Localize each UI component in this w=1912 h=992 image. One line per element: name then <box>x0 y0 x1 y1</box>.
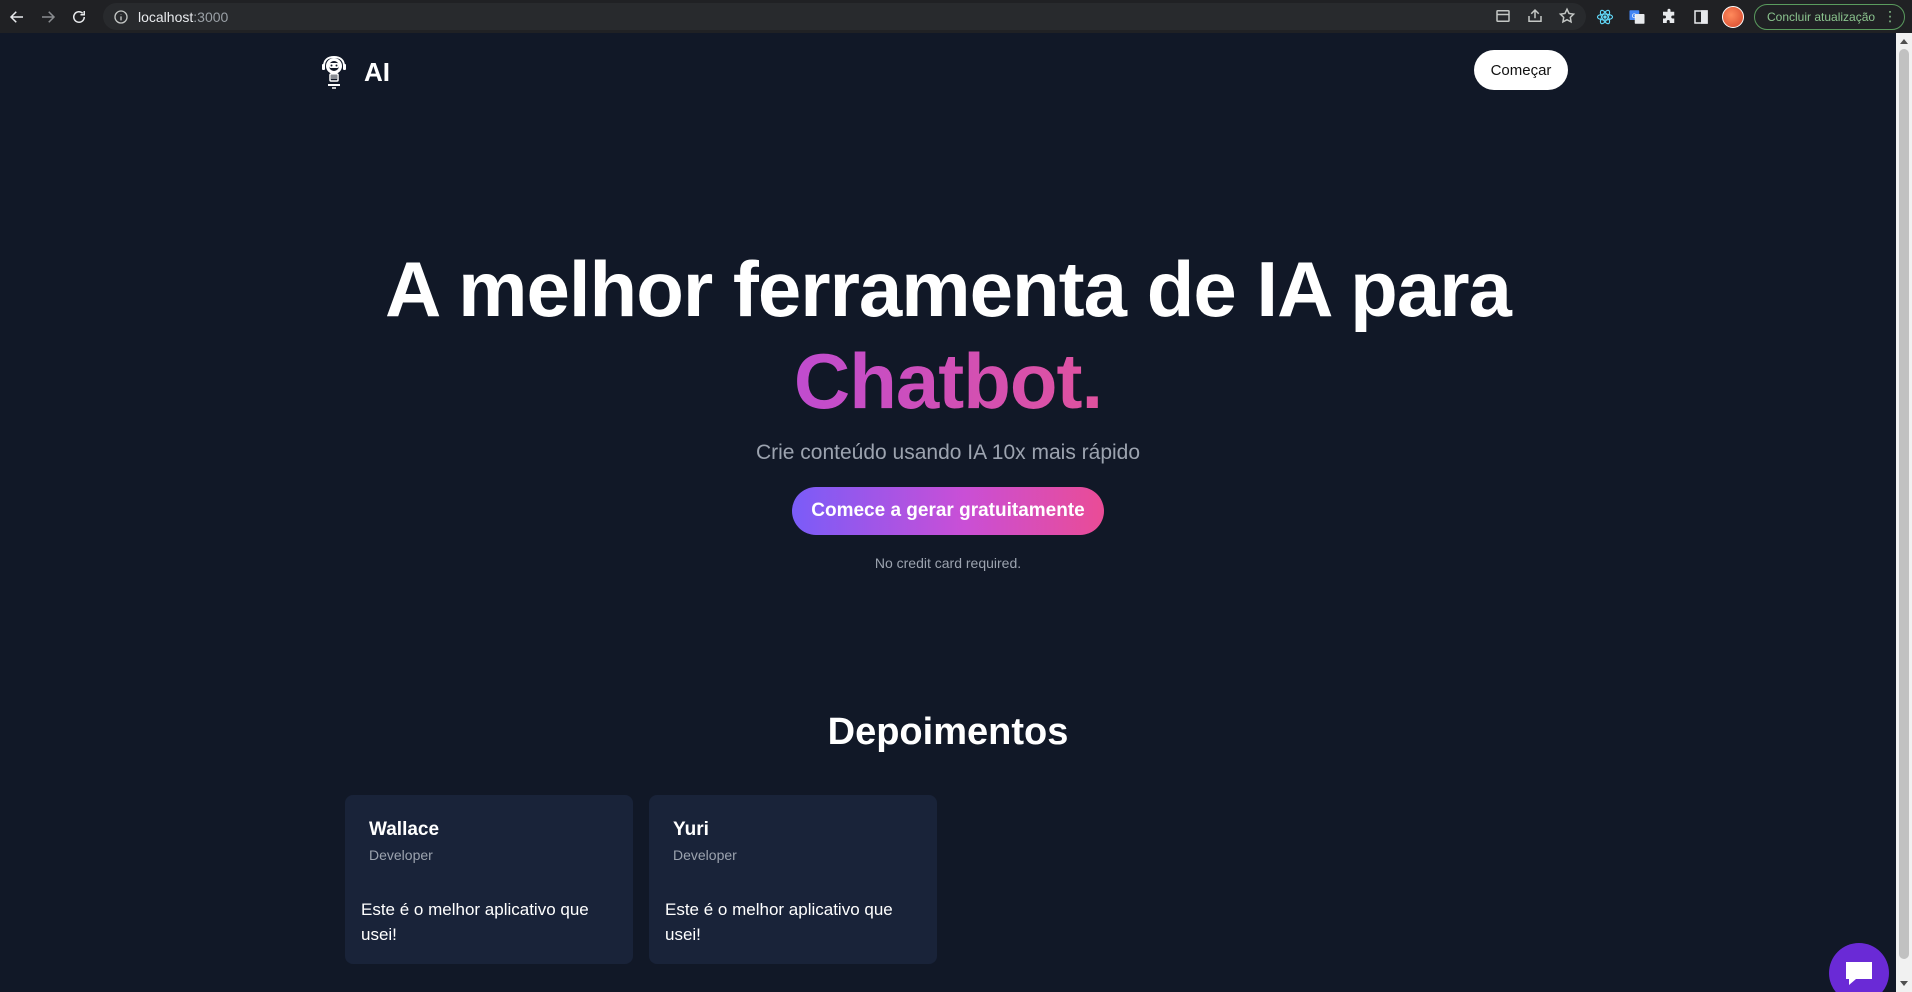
page-scrollbar[interactable] <box>1896 33 1912 992</box>
testimonial-role: Developer <box>369 847 433 863</box>
url-host: localhost <box>138 8 194 25</box>
react-devtools-icon[interactable] <box>1594 6 1616 28</box>
address-bar[interactable]: localhost:3000 <box>103 3 1586 30</box>
hero-subtitle: Crie conteúdo usando IA 10x mais rápido <box>755 441 1141 464</box>
browser-toolbar: localhost:3000 G Concluir atualização ⋮ <box>0 0 1912 33</box>
testimonial-card: Yuri Developer Este é o melhor aplicativ… <box>649 795 937 964</box>
translate-icon[interactable]: G <box>1626 6 1648 28</box>
testimonials-list: Wallace Developer Este é o melhor aplica… <box>345 795 937 964</box>
back-icon[interactable] <box>3 3 31 31</box>
svg-text:G: G <box>1632 12 1637 19</box>
hero-title: A melhor ferramenta de IA para <box>385 245 1512 333</box>
testimonial-name: Wallace <box>369 819 440 840</box>
extensions-puzzle-icon[interactable] <box>1658 6 1680 28</box>
bookmark-star-icon[interactable] <box>1558 7 1576 30</box>
share-icon[interactable] <box>1526 7 1544 30</box>
testimonials-title: Depoimentos <box>827 711 1069 753</box>
no-credit-card-note: No credit card required. <box>874 555 1022 571</box>
url-port: :3000 <box>193 8 229 25</box>
hero-section: A melhor ferramenta de IA para Chatbot. … <box>0 243 1896 571</box>
testimonial-role: Developer <box>673 847 737 863</box>
profile-avatar[interactable] <box>1722 5 1744 28</box>
scroll-down-icon[interactable] <box>1900 981 1908 986</box>
landing-page: AI Começar A melhor ferramenta de IA par… <box>0 33 1896 992</box>
update-button[interactable]: Concluir atualização ⋮ <box>1754 3 1906 30</box>
testimonial-text: Este é o melhor aplicativo que usei! <box>665 900 893 944</box>
site-navbar: AI Começar <box>318 50 1568 100</box>
info-icon[interactable] <box>113 9 129 25</box>
robot-logo-icon <box>322 55 346 89</box>
forward-icon[interactable] <box>34 3 62 31</box>
scroll-up-icon[interactable] <box>1900 39 1908 44</box>
scroll-thumb[interactable] <box>1899 49 1909 959</box>
tab-search-icon[interactable] <box>1494 7 1512 30</box>
start-free-button[interactable]: Comece a gerar gratuitamente <box>792 487 1104 535</box>
testimonial-text: Este é o melhor aplicativo que usei! <box>361 900 589 944</box>
testimonial-name: Yuri <box>673 819 709 840</box>
side-panel-icon[interactable] <box>1690 6 1712 28</box>
url-text[interactable]: localhost:3000 <box>138 9 228 25</box>
get-started-button[interactable]: Começar <box>1474 50 1568 90</box>
reload-icon[interactable] <box>65 3 93 31</box>
brand-name: AI <box>364 56 390 87</box>
hero-typewriter-text: Chatbot. <box>793 337 1103 425</box>
chat-bubble-icon <box>1846 962 1872 985</box>
menu-kebab-icon[interactable]: ⋮ <box>1883 8 1897 25</box>
brand-logo[interactable]: AI <box>318 54 390 90</box>
testimonial-card: Wallace Developer Este é o melhor aplica… <box>345 795 633 964</box>
update-label: Concluir atualização <box>1767 9 1876 24</box>
chat-widget-button[interactable] <box>1829 943 1889 992</box>
